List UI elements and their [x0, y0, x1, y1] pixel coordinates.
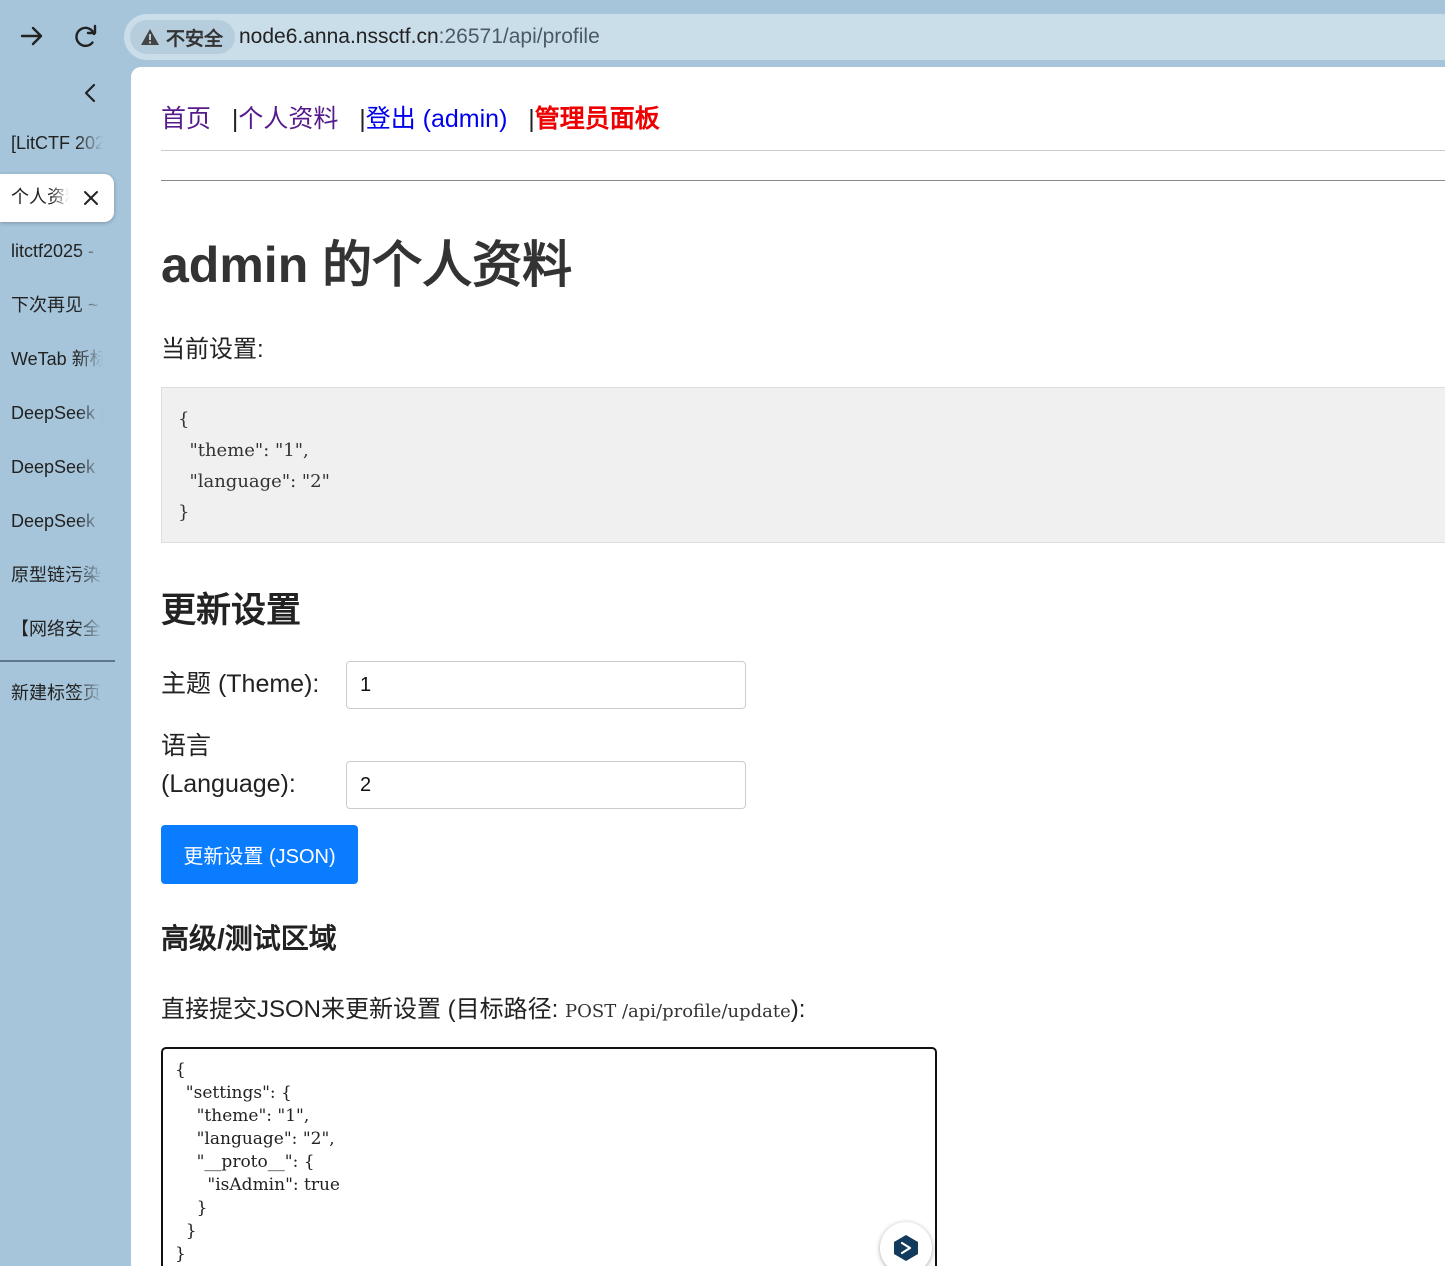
reload-button[interactable] — [66, 16, 106, 56]
tab-title: 个人资料 — [11, 187, 69, 208]
arrow-right-icon — [20, 26, 43, 46]
language-label-line2: (Language): — [161, 770, 296, 798]
close-icon[interactable] — [80, 187, 102, 209]
nav-divider — [161, 150, 1445, 151]
browser-toolbar: 不安全 node6.anna.nssctf.cn:26571/api/profi… — [0, 0, 1445, 70]
hexagon-share-icon — [894, 1235, 918, 1261]
language-input[interactable]: 2 — [346, 761, 746, 809]
advanced-heading: 高级/测试区域 — [161, 923, 337, 954]
update-settings-heading: 更新设置 — [161, 591, 302, 630]
tab-prototype-pollution[interactable]: 原型链污染 — [11, 560, 103, 590]
tab-network-security[interactable]: 【网络安全 — [11, 614, 103, 644]
tab-profile-active[interactable]: 个人资料 — [0, 174, 114, 222]
tab-deepseek-1[interactable]: DeepSeek | — [11, 398, 103, 428]
tab-litctf-2025[interactable]: [LitCTF 2025] — [11, 128, 103, 158]
tab-wetab[interactable]: WeTab 新标签页 — [11, 344, 103, 374]
tab-deepseek-3[interactable]: DeepSeek - — [11, 506, 103, 536]
security-chip[interactable]: 不安全 — [130, 20, 236, 54]
advanced-description: 直接提交JSON来更新设置 (目标路径: POST /api/profile/u… — [161, 989, 805, 1024]
url-text[interactable]: node6.anna.nssctf.cn:26571/api/profile — [239, 25, 600, 49]
tab-group-divider — [0, 660, 115, 662]
nav-home-link[interactable]: 首页 — [161, 105, 211, 133]
advanced-desc-prefix: 直接提交JSON来更新设置 (目标路径: — [161, 996, 566, 1023]
theme-label: 主题 (Theme): — [161, 670, 320, 698]
current-settings-label: 当前设置: — [161, 336, 264, 363]
current-settings-block: { "theme": "1", "language": "2" } — [161, 387, 1445, 543]
language-label-line1: 语言 — [161, 732, 212, 760]
advanced-desc-suffix: ): — [790, 996, 806, 1023]
tab-new-tab[interactable]: 新建标签页 — [11, 678, 103, 708]
url-host: node6.anna.nssctf.cn — [239, 25, 439, 48]
address-bar[interactable]: 不安全 node6.anna.nssctf.cn:26571/api/profi… — [124, 14, 1445, 60]
forward-button[interactable] — [12, 16, 52, 56]
raw-json-textarea[interactable]: { "settings": { "theme": "1", "language"… — [161, 1047, 937, 1266]
update-settings-button[interactable]: 更新设置 (JSON) — [161, 825, 358, 884]
content-divider — [161, 180, 1445, 181]
nav-profile-link[interactable]: 个人资料 — [238, 105, 338, 133]
floating-assistant-button[interactable] — [880, 1222, 932, 1266]
security-label: 不安全 — [166, 27, 224, 50]
tab-litctf2025[interactable]: litctf2025 - — [11, 236, 103, 266]
web-page: 首页 |个人资料 |登出 (admin) |管理员面板 admin 的个人资料 … — [131, 67, 1445, 1266]
chevron-left-icon[interactable] — [78, 80, 104, 106]
page-title: admin 的个人资料 — [161, 237, 573, 293]
theme-input[interactable]: 1 — [346, 661, 746, 709]
vertical-tab-strip: [LitCTF 2025] 个人资料 litctf2025 - 下次再见 ~ W… — [0, 70, 130, 1266]
url-path: :26571/api/profile — [438, 25, 600, 48]
nav-admin-panel-link[interactable]: 管理员面板 — [535, 105, 660, 133]
endpoint-code: POST /api/profile/update — [565, 1001, 791, 1022]
reload-icon — [75, 24, 97, 48]
warning-icon — [141, 29, 159, 45]
tab-deepseek-2[interactable]: DeepSeek - — [11, 452, 103, 482]
tab-see-you-next-time[interactable]: 下次再见 ~ — [11, 290, 103, 320]
site-nav: 首页 |个人资料 |登出 (admin) |管理员面板 — [161, 99, 660, 135]
nav-logout-link[interactable]: 登出 (admin) — [366, 105, 508, 133]
raw-json-content: { "settings": { "theme": "1", "language"… — [175, 1060, 340, 1264]
current-settings-json: { "theme": "1", "language": "2" } — [178, 409, 330, 523]
